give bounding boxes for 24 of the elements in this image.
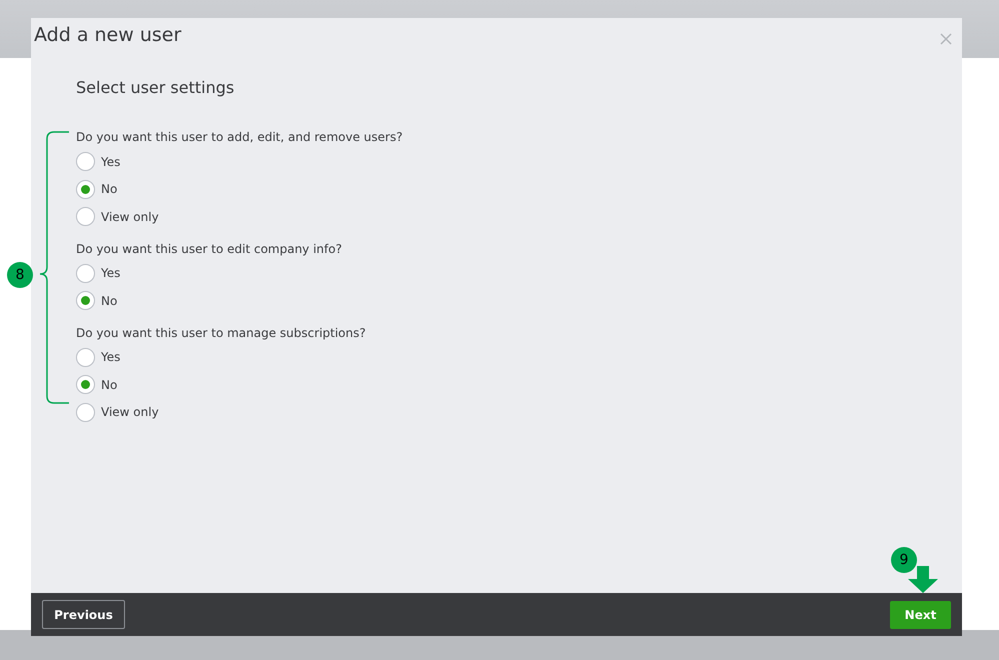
radio-button[interactable]: [76, 375, 95, 394]
radio-button[interactable]: [76, 207, 95, 226]
radio-label[interactable]: View only: [101, 403, 159, 422]
radio-label[interactable]: No: [101, 180, 118, 198]
radio-label[interactable]: View only: [101, 208, 159, 226]
radio-button[interactable]: [76, 402, 95, 422]
down-arrow-icon: [907, 566, 939, 594]
radio-button[interactable]: [76, 264, 95, 283]
radio-label[interactable]: Yes: [101, 348, 120, 366]
step-badge: 8: [7, 262, 33, 288]
radio-button[interactable]: [76, 291, 95, 310]
radio-label[interactable]: No: [101, 292, 118, 310]
radio-button[interactable]: [76, 348, 95, 367]
section-heading: Select user settings: [76, 78, 236, 98]
dialog-title: Add a new user: [33, 23, 182, 48]
radio-label[interactable]: No: [101, 376, 118, 394]
radio-label[interactable]: Yes: [101, 152, 120, 171]
radio-button[interactable]: [76, 180, 95, 199]
previous-button[interactable]: Previous: [42, 600, 125, 629]
question-text: Do you want this user to add, edit, and remove users?: [76, 129, 404, 145]
question-text: Do you want this user to edit company info?: [76, 240, 343, 256]
radio-label[interactable]: Yes: [101, 264, 120, 282]
radio-button[interactable]: [76, 152, 95, 172]
question-text: Do you want this user to manage subscriptions?: [76, 324, 367, 340]
